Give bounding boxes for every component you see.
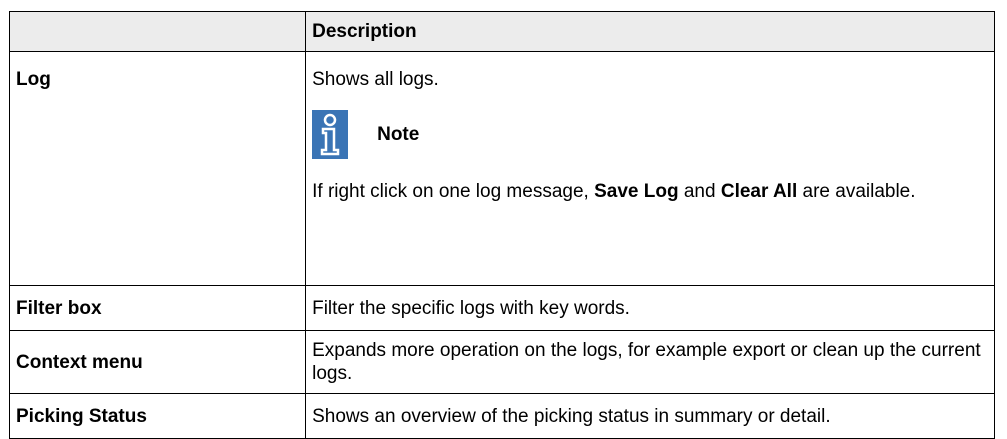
header-cell-description: Description (305, 11, 995, 52)
note-label: Note (377, 124, 420, 145)
note-text-part: If right click on one log message, (312, 181, 595, 202)
note-block: Note (312, 110, 986, 159)
table-row: Context menu Expands more operation on t… (8, 330, 995, 394)
term-cell: Context menu (8, 330, 307, 394)
info-note-icon (312, 110, 349, 159)
description-cell: Shows all logs. Note If right click on o… (305, 51, 995, 286)
note-text: If right click on one log message, Save … (312, 180, 986, 203)
description-cell: Expands more operation on the logs, for … (305, 330, 995, 394)
header-cell-term (8, 11, 307, 52)
term-cell: Picking Status (8, 393, 307, 439)
save-log-term: Save Log (594, 181, 679, 202)
description-cell: Shows an overview of the picking status … (305, 393, 995, 439)
table-row: Log Shows all logs. Note If right click … (8, 51, 995, 286)
table-header-row: Description (8, 11, 995, 52)
description-cell: Filter the specific logs with key words. (305, 285, 995, 331)
term-cell: Log (8, 51, 307, 286)
term-cell: Filter box (8, 285, 307, 331)
note-text-part: are available. (797, 181, 916, 202)
note-text-part: and (678, 181, 721, 202)
table-row: Picking Status Shows an overview of the … (8, 393, 995, 439)
clear-all-term: Clear All (720, 181, 798, 202)
table-row: Filter box Filter the specific logs with… (8, 285, 995, 331)
description-text: Shows all logs. (312, 69, 439, 90)
description-table: Description Log Shows all logs. Note If … (8, 11, 995, 439)
